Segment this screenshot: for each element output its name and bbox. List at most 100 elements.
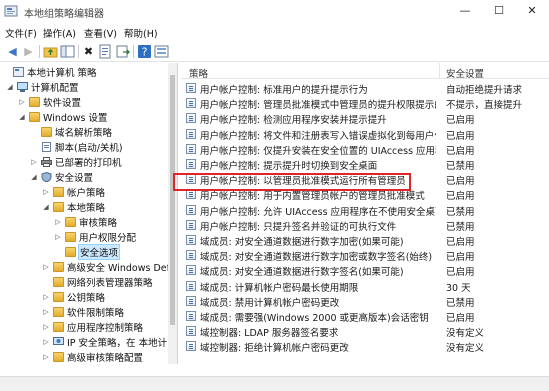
tree-node-windows-settings[interactable]: ◢ Windows 设置	[18, 110, 107, 124]
menu-view[interactable]: 查看(V)	[84, 26, 117, 40]
status-bar	[0, 376, 549, 391]
expand-arrow-icon[interactable]: ▷	[42, 308, 50, 316]
tree-node-public-key-policies[interactable]: ▷ 公钥策略	[42, 290, 106, 304]
tree-node-local-policies[interactable]: ◢ 本地策略	[42, 200, 105, 214]
tree-node-name-resolution-policy[interactable]: 域名解析策略	[30, 125, 112, 139]
policy-row[interactable]: 用户帐户控制: 只提升签名并验证的可执行文件 已禁用	[181, 218, 549, 233]
folder-icon	[53, 321, 64, 332]
close-button[interactable]: ✕	[515, 0, 549, 22]
delete-icon[interactable]: ✖	[81, 44, 96, 59]
show-tree-icon[interactable]	[60, 44, 75, 59]
collapse-arrow-icon[interactable]: ◢	[42, 203, 50, 211]
security-setting-value: 已禁用	[446, 161, 475, 172]
policy-name: 域控制器: 拒绝计算机帐户密码更改	[200, 343, 349, 355]
policy-row[interactable]: 域控制器: 拒绝计算机帐户密码更改 没有定义	[181, 339, 549, 355]
tree-node-local-computer-policy[interactable]: 本地计算机 策略	[2, 65, 97, 79]
tree-node-audit-policy[interactable]: ▷ 审核策略	[54, 215, 117, 229]
minimize-button[interactable]: —	[448, 0, 482, 22]
forward-icon[interactable]: ▶	[21, 44, 36, 59]
tree-node-account-policies[interactable]: ▷ 帐户策略	[42, 185, 105, 199]
view-icon[interactable]	[154, 44, 169, 59]
tree-node-label: 用户权限分配	[79, 232, 137, 244]
policy-row[interactable]: 域成员: 对安全通道数据进行数字加密或数字签名(始终) 已启用	[181, 248, 549, 263]
tree-node-software-settings[interactable]: ▷ 软件设置	[18, 95, 81, 109]
menu-help[interactable]: 帮助(H)	[124, 26, 158, 40]
scrollbar-thumb[interactable]	[170, 75, 175, 325]
column-header-setting[interactable]: 安全设置	[446, 66, 484, 80]
collapse-arrow-icon[interactable]: ◢	[18, 113, 26, 121]
column-divider[interactable]	[439, 63, 440, 79]
policy-row[interactable]: 用户帐户控制: 提示提升时切换到安全桌面 已禁用	[181, 157, 549, 172]
group-policy-app-icon	[4, 5, 18, 17]
up-folder-icon[interactable]	[43, 44, 58, 59]
tree-node-scripts[interactable]: 脚本(启动/关机)	[30, 140, 123, 154]
tree-node-windows-defender-firewall[interactable]: ▷ 高级安全 Windows Def	[42, 260, 170, 274]
policy-row[interactable]: 域成员: 对安全通道数据进行数字加密(如果可能) 已启用	[181, 233, 549, 248]
policy-setting-icon	[186, 311, 196, 321]
policy-row[interactable]: 域成员: 禁用计算机帐户密码更改 已禁用	[181, 294, 549, 309]
policy-name: 用户帐户控制: 管理员批准模式中管理员的提升权限提示的...	[200, 100, 436, 112]
expand-arrow-icon[interactable]: ▷	[42, 263, 50, 271]
help-icon[interactable]: ?	[137, 44, 152, 59]
policy-row[interactable]: 域控制器: LDAP 服务器签名要求 没有定义	[181, 324, 549, 340]
tree-node-deployed-printers[interactable]: ▷ 已部署的打印机	[30, 155, 122, 169]
tree-node-label: 脚本(启动/关机)	[55, 142, 123, 154]
policy-name: 用户帐户控制: 允许 UIAccess 应用程序在不使用安全桌面...	[200, 206, 436, 218]
policy-setting-icon	[186, 113, 196, 124]
collapse-arrow-icon[interactable]: ◢	[30, 173, 38, 181]
tree-node-user-rights[interactable]: ▷ 用户权限分配	[54, 230, 137, 244]
expand-arrow-icon[interactable]: ▷	[42, 353, 50, 361]
tree-node-app-control[interactable]: ▷ 应用程序控制策略	[42, 320, 144, 334]
menu-action[interactable]: 操作(A)	[43, 26, 76, 40]
tree-vertical-scrollbar[interactable]	[168, 63, 177, 364]
policy-row[interactable]: 域成员: 需要强(Windows 2000 或更高版本)会话密钥 已启用	[181, 309, 549, 324]
policy-name: 域成员: 对安全通道数据进行数字加密(如果可能)	[200, 237, 404, 248]
tree-node-label: 安全选项	[77, 243, 121, 260]
menu-file[interactable]: 文件(F)	[5, 26, 37, 40]
tree-node-ip-security[interactable]: ▷ IP 安全策略，在 本地计	[42, 335, 167, 349]
tree-node-label: 高级安全 Windows Def	[67, 262, 170, 274]
policy-row[interactable]: 用户帐户控制: 将文件和注册表写入错误虚拟化到每用户位置 已启用	[181, 127, 549, 142]
policy-name: 域成员: 对安全通道数据进行数字签名(如果可能)	[200, 267, 404, 279]
tree-node-security-settings[interactable]: ◢ 安全设置	[30, 170, 94, 184]
expand-arrow-icon[interactable]: ▷	[54, 233, 62, 241]
policy-row[interactable]: 用户帐户控制: 仅提升安装在安全位置的 UIAccess 应用程序 已启用	[181, 142, 549, 157]
tree-node-computer-config[interactable]: ◢ 计算机配置	[6, 80, 79, 94]
tree-node-label: 公钥策略	[67, 292, 106, 304]
policy-row[interactable]: 域成员: 计算机帐户密码最长使用期限 30 天	[181, 279, 549, 294]
policy-row[interactable]: 用户帐户控制: 管理员批准模式中管理员的提升权限提示的... 不提示，直接提升	[181, 96, 549, 112]
maximize-button[interactable]: ☐	[482, 0, 516, 22]
expand-arrow-icon[interactable]: ▷	[42, 323, 50, 331]
network-security-icon	[53, 336, 64, 345]
tree-node-label: 已部署的打印机	[55, 157, 122, 169]
properties-icon[interactable]	[98, 44, 113, 59]
policy-row[interactable]: 用户帐户控制: 标准用户的提升提示行为 自动拒绝提升请求	[181, 81, 549, 96]
expand-arrow-icon[interactable]: ▷	[18, 98, 26, 106]
title-bar: 本地组策略编辑器 — ☐ ✕	[0, 0, 549, 24]
expand-arrow-icon[interactable]: ▷	[42, 293, 50, 301]
expand-arrow-icon[interactable]: ▷	[42, 338, 50, 346]
expand-arrow-icon[interactable]: ▷	[42, 188, 50, 196]
tree-node-network-list-manager[interactable]: 网络列表管理器策略	[42, 275, 153, 289]
folder-icon	[29, 96, 40, 107]
tree-node-security-options[interactable]: 安全选项	[54, 243, 121, 260]
policy-row[interactable]: 用户帐户控制: 允许 UIAccess 应用程序在不使用安全桌面... 已禁用	[181, 203, 549, 218]
tree-node-label: 安全设置	[55, 172, 94, 184]
folder-icon	[65, 231, 76, 242]
policy-row[interactable]: 用户帐户控制: 检测应用程序安装并提示提升 已启用	[181, 111, 549, 126]
back-icon[interactable]: ◀	[5, 44, 20, 59]
tree-node-advanced-audit[interactable]: ▷ 高级审核策略配置	[42, 350, 143, 364]
collapse-arrow-icon[interactable]: ◢	[6, 83, 14, 91]
policy-row[interactable]: 域成员: 对安全通道数据进行数字签名(如果可能) 已启用	[181, 263, 549, 279]
folder-icon	[53, 306, 64, 317]
policy-name: 域控制器: LDAP 服务器签名要求	[200, 328, 339, 340]
expand-arrow-icon[interactable]: ▷	[54, 218, 62, 226]
tree-node-software-restriction[interactable]: ▷ 软件限制策略	[42, 305, 124, 319]
folder-icon	[65, 216, 76, 227]
export-icon[interactable]	[115, 44, 130, 59]
column-header-policy[interactable]: 策略	[189, 66, 208, 80]
expand-arrow-icon[interactable]: ▷	[30, 158, 38, 166]
folder-icon	[65, 246, 76, 257]
tree-node-label: 应用程序控制策略	[67, 322, 144, 334]
policy-setting-icon	[186, 219, 196, 230]
